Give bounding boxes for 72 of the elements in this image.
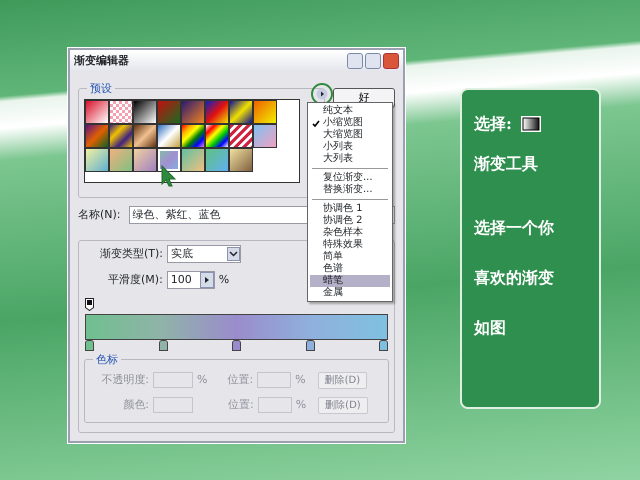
arrow-cursor-icon [161, 165, 177, 187]
instruction-text: 喜欢的渐变 [474, 267, 555, 289]
instruction-text: 渐变工具 [474, 153, 539, 175]
menu-item[interactable]: 特殊效果 [310, 239, 390, 251]
field-label: 名称(N): [78, 206, 121, 223]
unit-label: % [295, 372, 306, 388]
instruction-text: 如图 [474, 317, 507, 339]
color-stop-icon[interactable] [232, 340, 241, 350]
maximize-button[interactable] [365, 53, 381, 69]
menu-item[interactable]: 大列表 [310, 153, 390, 165]
preset-swatch[interactable] [85, 148, 109, 172]
opacity-stop-icon[interactable] [85, 298, 94, 312]
play-icon [316, 88, 328, 100]
preset-swatch[interactable] [229, 148, 253, 172]
unit-label: % [197, 372, 208, 388]
close-button[interactable] [383, 53, 399, 69]
preset-swatch[interactable] [205, 100, 229, 124]
checkmark-icon [312, 120, 320, 128]
preset-swatch[interactable] [205, 148, 229, 172]
preset-swatch[interactable] [133, 100, 157, 124]
field-label: 不透明度: [100, 372, 149, 388]
instruction-text: 选择一个你 [474, 217, 555, 239]
preset-swatch[interactable] [229, 100, 253, 124]
unit-label: % [218, 272, 230, 288]
field-label: 位置: [227, 372, 254, 388]
type-select[interactable]: 实底 [167, 245, 242, 263]
menu-item[interactable]: 替换渐变... [310, 184, 390, 196]
menu-item[interactable]: 小列表 [310, 141, 390, 153]
unit-label: % [296, 396, 306, 413]
menu-item[interactable]: 简单 [310, 251, 390, 263]
preset-swatch[interactable] [85, 100, 109, 124]
instruction-text: 选择: [474, 113, 512, 135]
dropdown-icon [227, 247, 240, 261]
preset-swatch[interactable] [253, 100, 277, 124]
preset-swatch[interactable] [133, 148, 157, 172]
preset-swatch[interactable] [181, 148, 205, 172]
gradient-bar[interactable] [85, 314, 388, 340]
menu-item[interactable]: 小缩览图 [310, 117, 390, 129]
menu-item[interactable]: 复位渐变... [310, 172, 390, 184]
preset-swatch[interactable] [157, 100, 181, 124]
color-stop-icon[interactable] [85, 340, 94, 350]
menu-item[interactable]: 金属 [310, 287, 390, 299]
preset-swatch[interactable] [133, 124, 157, 148]
field-label: 渐变类型(T): [100, 246, 164, 262]
preset-swatch[interactable] [157, 124, 181, 148]
color-stop-icon[interactable] [158, 340, 168, 350]
preset-swatch[interactable] [229, 124, 253, 148]
window-title: 渐变编辑器 [74, 52, 129, 69]
menu-item[interactable]: 大缩览图 [310, 129, 390, 141]
minimize-button[interactable] [347, 53, 363, 69]
preset-swatch[interactable] [157, 148, 181, 172]
preset-swatch[interactable] [205, 124, 229, 148]
preset-swatch[interactable] [109, 148, 133, 172]
color-stop-icon[interactable] [306, 340, 314, 350]
smoothness-input[interactable]: 100 [166, 271, 215, 289]
menu-item[interactable]: 协调色 2 [310, 215, 390, 227]
field-label: 位置: [228, 396, 254, 413]
preset-swatch[interactable] [109, 124, 133, 148]
menu-item[interactable]: 色谱 [310, 263, 390, 275]
preset-swatch[interactable] [253, 124, 277, 148]
menu-item[interactable]: 纯文本 [310, 105, 390, 117]
menu-item[interactable]: 协调色 1 [310, 203, 390, 215]
gradient-tool-icon [520, 115, 542, 133]
menu-item[interactable]: 杂色样本 [310, 227, 390, 239]
preset-swatch[interactable] [181, 100, 205, 124]
field-label: 颜色: [122, 396, 149, 413]
menu-item[interactable]: 蜡笔 [310, 275, 390, 287]
preset-swatch[interactable] [109, 100, 133, 124]
field-label: 平滑度(M): [108, 272, 163, 288]
preset-swatch[interactable] [181, 124, 205, 148]
preset-swatch[interactable] [85, 124, 109, 148]
color-stop-icon[interactable] [379, 340, 388, 350]
